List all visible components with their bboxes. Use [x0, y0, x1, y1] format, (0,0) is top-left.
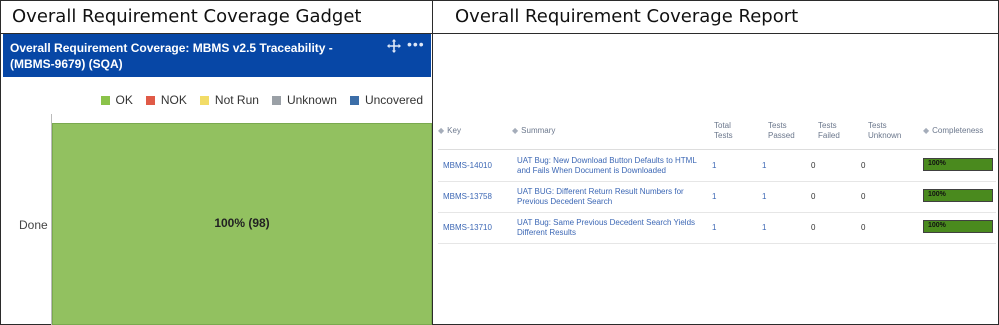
legend-swatch: [100, 95, 110, 105]
bar-done-ok[interactable]: 100% (98): [52, 123, 432, 325]
issue-key-link[interactable]: MBMS-13758: [443, 181, 513, 212]
more-icon[interactable]: •••: [407, 36, 425, 52]
completeness-label: 100%: [928, 191, 946, 198]
sort-icon: ◆: [438, 126, 445, 135]
table-row: MBMS-13758 UAT BUG: Different Return Resu…: [438, 181, 996, 213]
issue-key-link[interactable]: MBMS-13710: [443, 212, 513, 243]
tests-passed-link[interactable]: 1: [762, 212, 782, 243]
completeness-label: 100%: [928, 160, 946, 167]
report-panel-title: Overall Requirement Coverage Report: [455, 6, 799, 27]
legend-label: OK: [115, 93, 133, 107]
issue-summary-link[interactable]: UAT Bug: New Download Button Defaults to…: [517, 150, 707, 181]
tests-unknown-value: 0: [861, 222, 866, 232]
tests-passed-link[interactable]: 1: [762, 181, 782, 212]
legend-item[interactable]: Not Run: [199, 93, 259, 107]
legend-swatch: [349, 95, 359, 105]
completeness-bar: 100%: [923, 189, 993, 202]
total-tests-link[interactable]: 1: [712, 150, 732, 181]
right-title-divider: [433, 33, 999, 34]
tests-failed-value: 0: [811, 191, 816, 201]
legend-item[interactable]: NOK: [145, 93, 187, 107]
legend-label: Unknown: [286, 93, 337, 107]
total-tests-link[interactable]: 1: [712, 212, 732, 243]
issue-summary-link[interactable]: UAT Bug: Same Previous Decedent Search Y…: [517, 212, 707, 243]
tests-failed-value: 0: [811, 160, 816, 170]
legend-item[interactable]: Unknown: [271, 93, 337, 107]
legend-item[interactable]: OK: [100, 93, 133, 107]
legend-swatch: [145, 95, 155, 105]
legend-item[interactable]: Uncovered: [349, 93, 423, 107]
col-tests-failed[interactable]: Tests Failed: [818, 121, 848, 141]
table-header: ◆ Key ◆ Summary Total Tests Tests Passed T…: [438, 113, 996, 150]
legend-label: Not Run: [214, 93, 259, 107]
col-completeness[interactable]: ◆ Completeness: [923, 126, 983, 136]
issue-summary-link[interactable]: UAT BUG: Different Return Result Numbers…: [517, 181, 707, 212]
table-row: MBMS-13710 UAT Bug: Same Previous Deceden…: [438, 212, 996, 244]
tests-passed-link[interactable]: 1: [762, 150, 782, 181]
gadget-title[interactable]: Overall Requirement Coverage: MBMS v2.5 …: [10, 40, 375, 72]
col-total-tests[interactable]: Total Tests: [714, 121, 744, 141]
move-icon[interactable]: [387, 39, 401, 53]
legend-label: Uncovered: [364, 93, 423, 107]
panel-divider: [432, 0, 433, 325]
sort-icon: ◆: [923, 126, 930, 135]
legend-swatch: [199, 95, 209, 105]
col-tests-unknown[interactable]: Tests Unknown: [868, 121, 908, 141]
gadget-header: Overall Requirement Coverage: MBMS v2.5 …: [3, 34, 431, 77]
gadget-panel-title: Overall Requirement Coverage Gadget: [12, 6, 362, 27]
legend-swatch: [271, 95, 281, 105]
bar-data-label: 100% (98): [214, 216, 270, 230]
issue-key-link[interactable]: MBMS-14010: [443, 150, 513, 181]
completeness-label: 100%: [928, 222, 946, 229]
tests-failed-value: 0: [811, 222, 816, 232]
col-tests-passed[interactable]: Tests Passed: [768, 121, 798, 141]
total-tests-link[interactable]: 1: [712, 181, 732, 212]
col-key[interactable]: ◆ Key: [438, 126, 461, 136]
completeness-bar: 100%: [923, 220, 993, 233]
legend-label: NOK: [160, 93, 187, 107]
tests-unknown-value: 0: [861, 191, 866, 201]
sort-icon: ◆: [512, 126, 519, 135]
table-row: MBMS-14010 UAT Bug: New Download Button D…: [438, 150, 996, 182]
col-summary[interactable]: ◆ Summary: [512, 126, 555, 136]
category-label-done: Done: [19, 218, 48, 232]
tests-unknown-value: 0: [861, 160, 866, 170]
completeness-bar: 100%: [923, 158, 993, 171]
chart-legend: OK NOK Not Run Unknown Uncovered: [100, 93, 423, 107]
